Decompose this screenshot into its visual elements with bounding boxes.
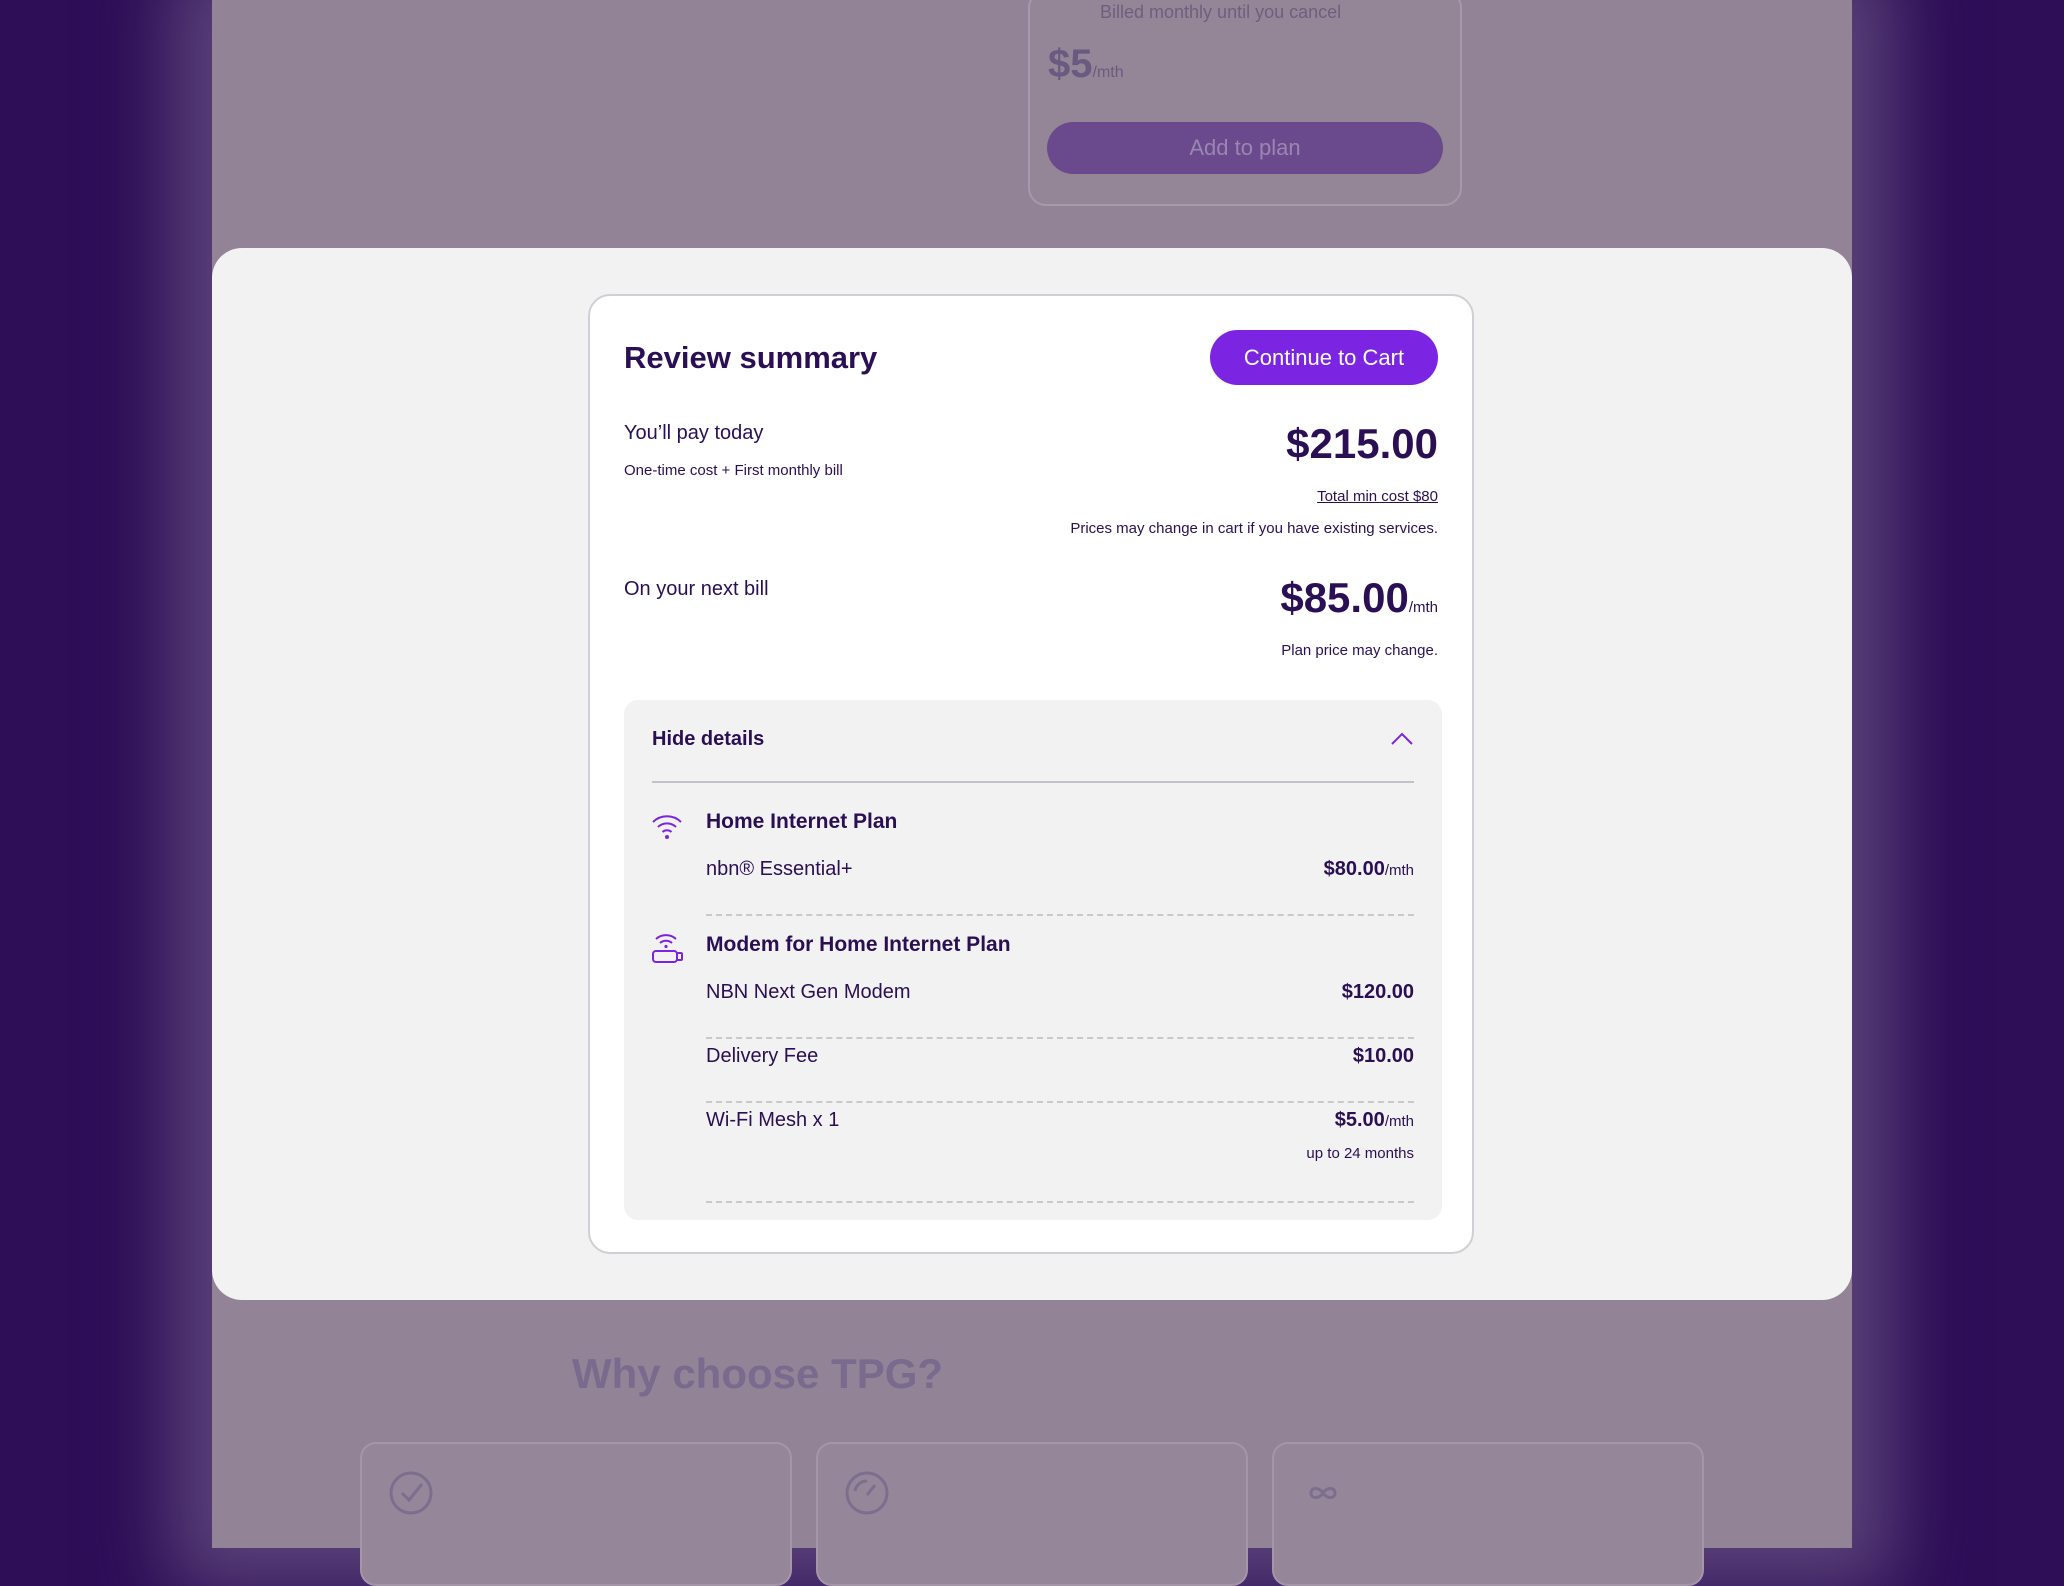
next-bill-label: On your next bill — [624, 578, 769, 600]
next-bill-value: $85.00 — [1280, 574, 1409, 621]
line-item: Delivery Fee $10.00 — [706, 1045, 1414, 1103]
feature-card — [1272, 1442, 1704, 1586]
line-item-price-value: $80.00 — [1323, 858, 1385, 880]
addon-card: Billed monthly until you cancel $5/mth A… — [1028, 0, 1462, 206]
pay-today-amount: $215.00 — [1286, 420, 1438, 467]
wifi-icon — [652, 815, 682, 839]
line-item: NBN Next Gen Modem $120.00 — [706, 981, 1414, 1039]
addon-price-unit: /mth — [1092, 64, 1124, 81]
plan-price-note: Plan price may change. — [1281, 642, 1438, 659]
next-bill-amount: $85.00/mth — [1280, 574, 1438, 622]
line-item-price: $120.00 — [1341, 981, 1414, 1003]
review-summary-card: Review summary Continue to Cart You’ll p… — [588, 294, 1474, 1254]
pay-today-sublabel: One-time cost + First monthly bill — [624, 462, 843, 479]
details-panel: Hide details Home Internet Plan nbn® Ess… — [624, 700, 1442, 1220]
add-to-plan-button: Add to plan — [1047, 122, 1443, 174]
chevron-up-icon — [1391, 732, 1413, 745]
continue-to-cart-button[interactable]: Continue to Cart — [1210, 330, 1438, 385]
modem-section-title: Modem for Home Internet Plan — [706, 933, 1011, 956]
total-min-cost-link[interactable]: Total min cost $80 — [1317, 488, 1438, 505]
review-summary-title: Review summary — [624, 340, 878, 375]
prices-change-note: Prices may change in cart if you have ex… — [1070, 520, 1438, 537]
pay-today-label: You’ll pay today — [624, 422, 764, 444]
addon-price-value: $5 — [1048, 42, 1093, 86]
line-item-price-unit: /mth — [1384, 862, 1414, 879]
line-item-name: nbn® Essential+ — [706, 858, 853, 880]
next-bill-unit: /mth — [1408, 599, 1438, 616]
addon-price: $5/mth — [1048, 42, 1124, 87]
line-item-price: $5.00/mth — [1335, 1109, 1414, 1132]
hide-details-toggle[interactable]: Hide details — [652, 726, 1414, 783]
line-item-term-note: up to 24 months — [1306, 1145, 1414, 1162]
line-item-price-value: $5.00 — [1334, 1109, 1385, 1131]
infinity-icon — [1309, 1487, 1337, 1499]
addon-billed-text: Billed monthly until you cancel — [1100, 2, 1342, 22]
line-item-price: $10.00 — [1352, 1045, 1414, 1067]
speedometer-icon — [845, 1471, 889, 1515]
feature-card — [816, 1442, 1248, 1586]
feature-card — [360, 1442, 792, 1586]
line-item-price: $80.00/mth — [1324, 858, 1414, 881]
review-modal: Review summary Continue to Cart You’ll p… — [212, 248, 1852, 1300]
modem-icon — [652, 934, 683, 963]
line-item-name: NBN Next Gen Modem — [706, 981, 911, 1003]
why-choose-title: Why choose TPG? — [572, 1350, 944, 1397]
home-internet-plan-title: Home Internet Plan — [706, 810, 898, 833]
line-item-name: Wi-Fi Mesh x 1 — [706, 1109, 840, 1131]
check-circle-icon — [389, 1471, 433, 1515]
line-item: Wi-Fi Mesh x 1 $5.00/mth up to 24 months — [706, 1109, 1414, 1203]
hide-details-label: Hide details — [652, 728, 765, 750]
line-item-name: Delivery Fee — [706, 1045, 819, 1067]
line-item-price-unit: /mth — [1384, 1113, 1414, 1130]
line-item: nbn® Essential+ $80.00/mth — [706, 858, 1414, 916]
